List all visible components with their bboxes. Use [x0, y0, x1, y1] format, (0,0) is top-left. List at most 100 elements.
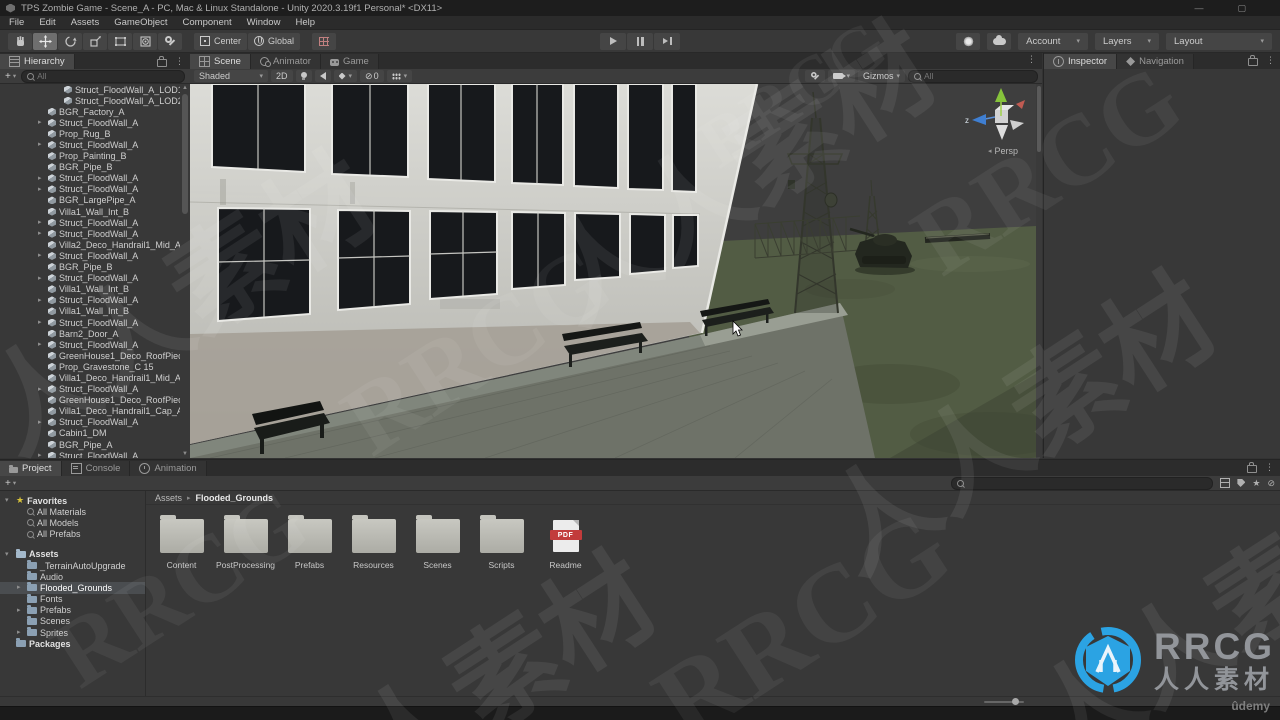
hierarchy-item[interactable]: BGR_Pipe_B [0, 262, 180, 273]
layers-dropdown[interactable]: Layers ▾ [1094, 32, 1159, 50]
tab[interactable]: Console [61, 461, 131, 476]
foldout-arrow-icon[interactable] [38, 451, 42, 458]
tab[interactable]: Animation [130, 461, 207, 476]
tree-folder-item[interactable]: Flooded_Grounds [0, 582, 145, 594]
transform-tool-button[interactable] [133, 32, 157, 50]
hierarchy-search-input[interactable] [37, 71, 179, 81]
hierarchy-item[interactable]: Struct_FloodWall_A [0, 228, 180, 239]
unity-services-button[interactable] [956, 32, 981, 50]
maximize-button[interactable]: ▢ [1237, 3, 1246, 14]
hierarchy-item[interactable]: BGR_LargePipe_A [0, 195, 180, 206]
foldout-arrow-icon[interactable] [38, 185, 42, 193]
hierarchy-item[interactable]: Villa1_Wall_Int_B [0, 206, 180, 217]
grid-visibility-dropdown[interactable]: ▾ [386, 70, 413, 82]
asset-folder[interactable]: Scenes [414, 515, 461, 570]
hierarchy-item[interactable]: Struct_FloodWall_A [0, 317, 180, 328]
rect-tool-button[interactable] [108, 32, 132, 50]
foldout-arrow-icon[interactable] [38, 140, 42, 148]
tab[interactable]: Scene [190, 54, 251, 69]
move-tool-button[interactable] [33, 32, 57, 50]
hierarchy-item[interactable]: Prop_Gravestone_C 15 [0, 361, 180, 372]
project-create-button[interactable]: + ▾ [5, 478, 16, 489]
effects-dropdown[interactable]: ▾ [333, 70, 358, 82]
gizmos-dropdown[interactable]: Gizmos ▾ [857, 70, 905, 82]
tab-hierarchy[interactable]: Hierarchy [0, 54, 75, 69]
panel-menu-icon[interactable]: ⋮ [1266, 56, 1275, 65]
breadcrumb-root[interactable]: Assets [155, 493, 182, 503]
hierarchy-item[interactable]: Struct_FloodWall_A [0, 384, 180, 395]
hierarchy-item[interactable]: Struct_FloodWall_A [0, 450, 180, 458]
tree-folder-item[interactable]: Audio [0, 571, 145, 582]
foldout-arrow-icon[interactable] [38, 274, 42, 282]
scale-tool-button[interactable] [83, 32, 107, 50]
hierarchy-create-button[interactable]: + ▾ [5, 71, 16, 82]
foldout-arrow-icon[interactable] [38, 385, 42, 393]
audio-toggle[interactable] [314, 70, 331, 82]
foldout-arrow-icon[interactable] [17, 583, 21, 591]
project-search[interactable] [951, 476, 1214, 490]
hierarchy-item[interactable]: Struct_FloodWall_A [0, 250, 180, 261]
hierarchy-item[interactable]: GreenHouse1_Deco_RoofPiece_ [0, 350, 180, 361]
space-mode-button[interactable]: Global [248, 32, 301, 50]
shading-mode-dropdown[interactable]: Shaded ▾ [194, 70, 268, 82]
menu-item[interactable]: Help [295, 17, 315, 28]
tab[interactable]: Game [320, 54, 379, 69]
step-button[interactable] [654, 32, 680, 50]
hierarchy-search[interactable] [21, 69, 185, 83]
hierarchy-item[interactable]: Struct_FloodWall_A [0, 339, 180, 350]
foldout-arrow-icon[interactable] [38, 218, 42, 226]
asset-folder[interactable]: Prefabs [286, 515, 333, 570]
scene-render[interactable]: z [190, 84, 1036, 458]
tree-folder-item[interactable]: Scenes [0, 615, 145, 627]
2d-toggle[interactable]: 2D [271, 70, 293, 82]
search-by-type-icon[interactable] [1220, 478, 1231, 488]
tab[interactable]: Navigation [1117, 54, 1194, 69]
foldout-arrow-icon[interactable] [38, 174, 42, 182]
hidden-objects-button[interactable]: ⊘ 0 [360, 70, 384, 82]
hierarchy-item[interactable]: BGR_Factory_A [0, 106, 180, 117]
hierarchy-item[interactable]: Villa1_Deco_Handrail1_Mid_A_DI [0, 372, 180, 383]
hierarchy-item[interactable]: Prop_Rug_B [0, 128, 180, 139]
panel-menu-icon[interactable]: ⋮ [1265, 463, 1274, 472]
lock-icon[interactable] [1248, 55, 1258, 66]
icon-size-slider[interactable] [984, 698, 1024, 705]
rotate-tool-button[interactable] [58, 32, 82, 50]
hierarchy-item[interactable]: Struct_FloodWall_A [0, 417, 180, 428]
scene-tools-button[interactable] [805, 70, 826, 82]
hierarchy-scrollbar[interactable]: ▲ ▼ [180, 84, 190, 458]
hierarchy-item[interactable]: Struct_FloodWall_A [0, 217, 180, 228]
lock-icon[interactable] [157, 56, 167, 67]
hierarchy-item[interactable]: GreenHouse1_Deco_RoofPiece_ [0, 395, 180, 406]
cloud-button[interactable] [987, 32, 1012, 50]
camera-dropdown[interactable]: ▾ [828, 70, 855, 82]
asset-folder[interactable]: Content [158, 515, 205, 570]
scroll-down-icon[interactable]: ▼ [180, 451, 190, 457]
tree-favorite-item[interactable]: All Models [0, 517, 145, 528]
foldout-arrow-icon[interactable] [38, 251, 42, 259]
tree-favorites[interactable]: ▾ ★ Favorites [0, 495, 145, 506]
scene-search[interactable] [908, 69, 1038, 83]
foldout-arrow-icon[interactable] [38, 318, 42, 326]
hierarchy-item[interactable]: Prop_Painting_B [0, 151, 180, 162]
tab[interactable]: Animator [250, 54, 321, 69]
asset-readme[interactable]: PDF Readme [542, 520, 589, 570]
hand-tool-button[interactable] [8, 32, 32, 50]
persp-label[interactable]: ◂ Persp [988, 146, 1018, 156]
hierarchy-item[interactable]: Villa1_Wall_Int_B [0, 284, 180, 295]
grid-snap-button[interactable] [312, 32, 337, 50]
menu-item[interactable]: File [9, 17, 24, 28]
scene-vertical-scrollbar[interactable] [1036, 84, 1042, 458]
lock-icon[interactable] [1247, 462, 1257, 473]
asset-folder[interactable]: Resources [350, 515, 397, 570]
hierarchy-item[interactable]: Struct_FloodWall_A [0, 273, 180, 284]
foldout-arrow-icon[interactable] [38, 118, 42, 126]
menu-item[interactable]: Assets [71, 17, 100, 28]
pivot-mode-button[interactable]: Center [194, 32, 248, 50]
hierarchy-item[interactable]: Struct_FloodWall_A [0, 139, 180, 150]
hierarchy-item[interactable]: Struct_FloodWall_A_LOD2 [0, 95, 180, 106]
hierarchy-item[interactable]: Villa1_Wall_Int_B [0, 306, 180, 317]
tree-assets-root[interactable]: ▾ Assets [0, 548, 145, 560]
asset-folder[interactable]: Scripts [478, 515, 525, 570]
foldout-arrow-icon[interactable]: ▾ [5, 550, 9, 558]
hierarchy-item[interactable]: BGR_Pipe_A [0, 439, 180, 450]
